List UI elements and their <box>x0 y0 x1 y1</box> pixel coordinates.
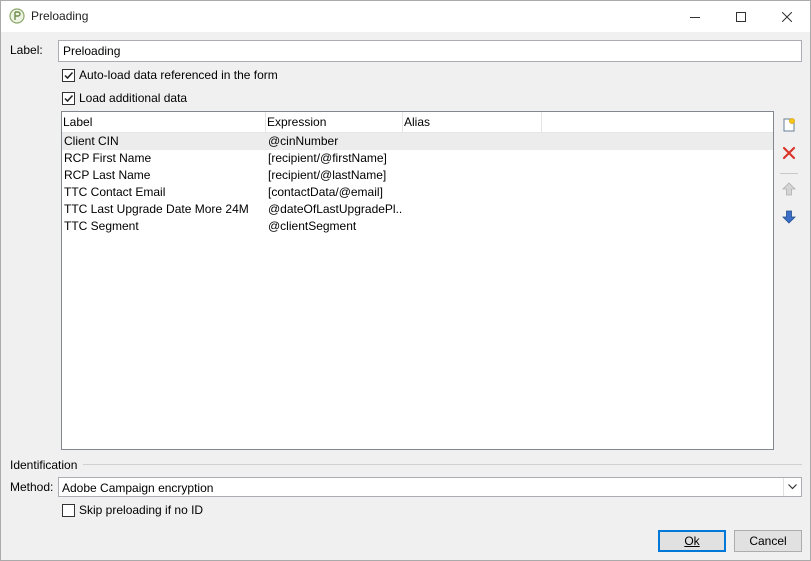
close-button[interactable] <box>764 1 810 32</box>
load-additional-label: Load additional data <box>79 91 188 105</box>
app-icon <box>9 8 25 24</box>
cell-alias <box>403 184 542 201</box>
move-down-button[interactable] <box>780 208 798 226</box>
load-additional-checkbox-row[interactable]: Load additional data <box>62 91 187 105</box>
checkmark-icon <box>64 71 74 79</box>
grid-header: Label Expression Alias <box>62 112 773 133</box>
sidebar-separator <box>780 173 798 174</box>
cell-label: RCP First Name <box>64 151 152 165</box>
cell-expression: @clientSegment <box>268 219 357 233</box>
table-row[interactable]: TTC Last Upgrade Date More 24M @dateOfLa… <box>62 201 773 218</box>
column-header-label[interactable]: Label <box>62 112 266 132</box>
column-header-alias[interactable]: Alias <box>403 112 542 132</box>
auto-load-checkbox[interactable] <box>62 68 75 82</box>
table-row[interactable]: Client CIN @cinNumber <box>62 133 773 150</box>
cell-expression: [contactData/@email] <box>268 185 383 199</box>
ok-button[interactable]: Ok <box>658 530 726 552</box>
add-item-icon <box>783 118 795 132</box>
preloading-dialog: Preloading Label: Auto-load data referen… <box>0 0 811 561</box>
maximize-icon <box>736 11 746 22</box>
identification-divider <box>83 464 802 465</box>
method-caption: Method: <box>10 480 54 494</box>
chevron-down-icon[interactable] <box>783 478 801 496</box>
table-row[interactable]: TTC Segment @clientSegment <box>62 218 773 235</box>
table-row[interactable]: RCP Last Name [recipient/@lastName] <box>62 167 773 184</box>
add-item-button[interactable] <box>780 116 798 134</box>
table-row[interactable]: TTC Contact Email [contactData/@email] <box>62 184 773 201</box>
cell-expression: [recipient/@lastName] <box>268 168 387 182</box>
identification-group-label: Identification <box>10 458 78 472</box>
delete-button[interactable] <box>780 144 798 162</box>
move-up-button[interactable] <box>780 180 798 198</box>
delete-icon <box>782 146 796 160</box>
arrow-down-icon <box>782 210 796 224</box>
cell-label: Client CIN <box>64 134 119 148</box>
minimize-icon <box>690 16 700 18</box>
ok-button-label: Ok <box>684 534 700 548</box>
cell-alias <box>403 218 542 235</box>
cell-alias <box>403 201 542 218</box>
table-row[interactable]: RCP First Name [recipient/@firstName] <box>62 150 773 167</box>
cancel-button-label: Cancel <box>749 534 787 548</box>
minimize-button[interactable] <box>672 1 718 32</box>
close-icon <box>782 11 792 22</box>
column-header-expression[interactable]: Expression <box>266 112 403 132</box>
cell-label: TTC Last Upgrade Date More 24M <box>64 202 249 216</box>
auto-load-label: Auto-load data referenced in the form <box>79 68 278 82</box>
window-title: Preloading <box>31 9 89 23</box>
cancel-button[interactable]: Cancel <box>734 530 802 552</box>
cell-label: TTC Segment <box>64 219 139 233</box>
skip-preloading-label: Skip preloading if no ID <box>79 503 204 517</box>
method-select[interactable]: Adobe Campaign encryption <box>58 477 802 497</box>
auto-load-checkbox-row[interactable]: Auto-load data referenced in the form <box>62 68 278 82</box>
skip-preloading-checkbox-row[interactable]: Skip preloading if no ID <box>62 503 203 517</box>
label-caption: Label: <box>10 43 43 57</box>
arrow-up-icon <box>782 182 796 196</box>
cell-alias <box>403 133 542 150</box>
load-additional-checkbox[interactable] <box>62 91 75 105</box>
additional-data-grid[interactable]: Label Expression Alias Client CIN @cinNu… <box>61 111 774 450</box>
title-bar: Preloading <box>1 1 810 32</box>
cell-alias <box>403 150 542 167</box>
maximize-button[interactable] <box>718 1 764 32</box>
cell-alias <box>403 167 542 184</box>
cell-expression: [recipient/@firstName] <box>268 151 387 165</box>
checkmark-icon <box>64 94 74 102</box>
cell-label: TTC Contact Email <box>64 185 166 199</box>
cell-expression: @cinNumber <box>268 134 339 148</box>
method-value: Adobe Campaign encryption <box>62 481 214 495</box>
cell-label: RCP Last Name <box>64 168 151 182</box>
cell-expression: @dateOfLastUpgradePl... <box>268 202 403 216</box>
skip-preloading-checkbox[interactable] <box>62 503 75 517</box>
label-input[interactable] <box>58 40 802 62</box>
